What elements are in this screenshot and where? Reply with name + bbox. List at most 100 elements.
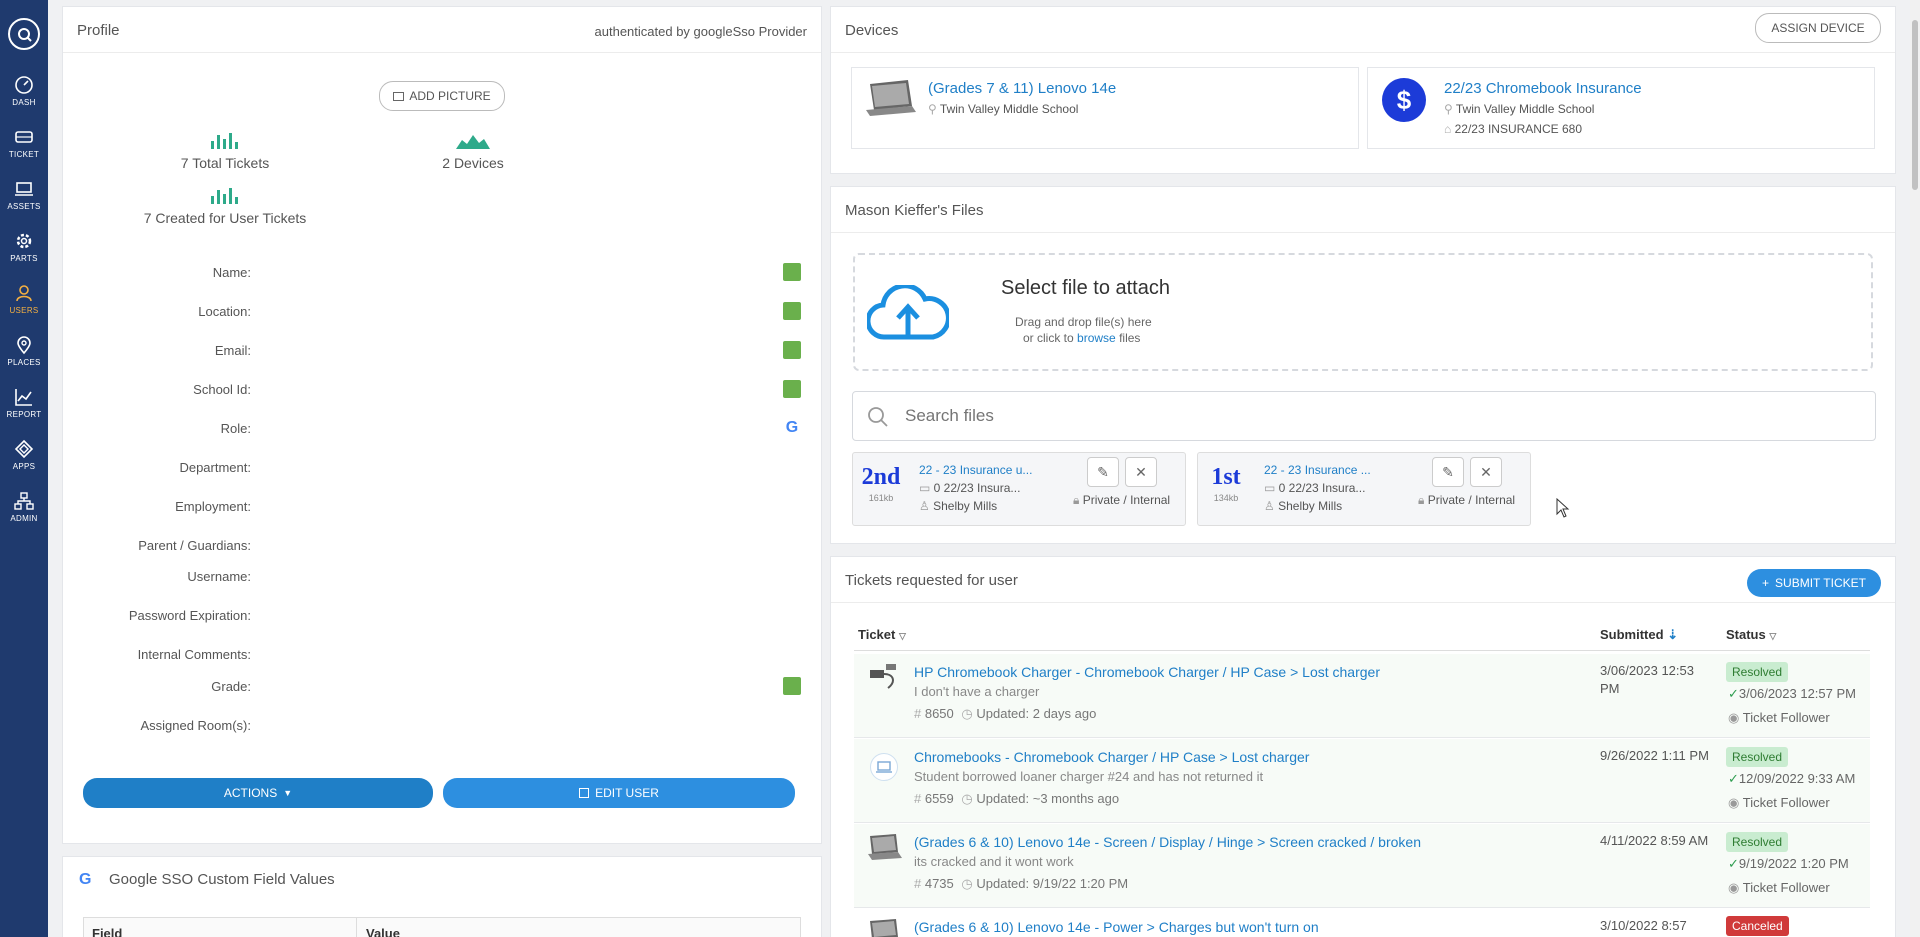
sidebar-item-apps[interactable]: APPS bbox=[0, 430, 48, 480]
submitted-date: 4/11/2022 8:59 AM bbox=[1600, 833, 1709, 848]
area-chart-icon bbox=[456, 135, 490, 149]
dollar-icon: $ bbox=[1382, 78, 1426, 122]
device-link[interactable]: 22/23 Chromebook Insurance bbox=[1444, 80, 1642, 97]
actions-button[interactable]: ACTIONS ▼ bbox=[83, 778, 433, 808]
google-icon: G bbox=[785, 419, 799, 436]
eye-icon: ◉ bbox=[1728, 795, 1743, 810]
sidebar-item-parts[interactable]: PARTS bbox=[0, 222, 48, 272]
file-thumbnail: 2nd 161kb bbox=[861, 464, 901, 503]
table-row[interactable]: Chromebooks - Chromebook Charger / HP Ca… bbox=[854, 739, 1870, 823]
ticket-follower: ◉ Ticket Follower bbox=[1728, 710, 1830, 725]
device-link[interactable]: (Grades 7 & 11) Lenovo 14e bbox=[928, 80, 1116, 97]
ticket-link[interactable]: (Grades 6 & 10) Lenovo 14e - Screen / Di… bbox=[914, 834, 1421, 850]
sidebar-item-label: ASSETS bbox=[7, 202, 41, 211]
file-link[interactable]: 22 - 23 Insurance u... bbox=[919, 463, 1032, 477]
file-folder: ▭ 0 22/23 Insura... bbox=[919, 481, 1021, 495]
user-icon: ♙ bbox=[919, 499, 934, 513]
edit-user-button[interactable]: EDIT USER bbox=[443, 778, 795, 808]
resolved-date: ✓9/19/2022 1:20 PM bbox=[1728, 856, 1849, 871]
edit-file-button[interactable]: ✎ bbox=[1432, 457, 1464, 487]
page-scrollbar[interactable] bbox=[1910, 0, 1920, 937]
field-label-grade: Grade: bbox=[211, 679, 251, 694]
sidebar-item-label: PARTS bbox=[10, 254, 38, 263]
submitted-date: 9/26/2022 1:11 PM bbox=[1600, 748, 1709, 763]
ticket-link[interactable]: HP Chromebook Charger - Chromebook Charg… bbox=[914, 664, 1380, 680]
sso-source-icon bbox=[783, 263, 801, 281]
folder-icon: ▭ bbox=[1264, 481, 1279, 495]
device-location: ⚲ Twin Valley Middle School bbox=[1444, 102, 1595, 116]
hash-icon: # bbox=[914, 791, 925, 806]
browse-hint: or click to browse files bbox=[1023, 331, 1141, 345]
check-icon: ✓ bbox=[1728, 686, 1739, 701]
field-label-name: Name: bbox=[212, 265, 251, 280]
bar-chart-icon bbox=[211, 133, 238, 149]
edit-icon: ✎ bbox=[1097, 463, 1109, 480]
field-label-school-id: School Id: bbox=[193, 382, 251, 397]
device-card[interactable]: $ 22/23 Chromebook Insurance ⚲ Twin Vall… bbox=[1367, 67, 1875, 149]
ticket-meta: # 6559 ◷ Updated: ~3 months ago bbox=[914, 791, 1120, 806]
table-row[interactable]: (Grades 6 & 10) Lenovo 14e - Screen / Di… bbox=[854, 824, 1870, 908]
file-card[interactable]: 2nd 161kb 22 - 23 Insurance u... ▭ 0 22/… bbox=[852, 452, 1186, 526]
file-card[interactable]: 1st 134kb 22 - 23 Insurance ... ▭ 0 22/2… bbox=[1197, 452, 1531, 526]
sidebar-item-dash[interactable]: DASH bbox=[0, 66, 48, 116]
lock-icon: 🔒︎ bbox=[1418, 493, 1428, 507]
app-logo-icon[interactable] bbox=[8, 18, 40, 50]
file-search[interactable] bbox=[852, 391, 1876, 441]
ticket-follower: ◉ Ticket Follower bbox=[1728, 880, 1830, 895]
field-label-employment: Employment: bbox=[175, 499, 251, 514]
table-row[interactable]: HP Chromebook Charger - Chromebook Charg… bbox=[854, 654, 1870, 738]
field-label-department: Department: bbox=[179, 460, 251, 475]
sidebar-item-users[interactable]: USERS bbox=[0, 274, 48, 324]
sidebar-item-admin[interactable]: ADMIN bbox=[0, 482, 48, 532]
filter-icon: ▽ bbox=[898, 631, 906, 641]
sso-source-icon bbox=[783, 302, 801, 320]
submit-ticket-button[interactable]: + SUBMIT TICKET bbox=[1747, 569, 1881, 597]
ticket-meta: # 8650 ◷ Updated: 2 days ago bbox=[914, 706, 1097, 721]
devices-title: Devices bbox=[845, 22, 899, 39]
drag-hint: Drag and drop file(s) here bbox=[1015, 315, 1152, 329]
search-files-input[interactable] bbox=[905, 402, 1805, 430]
sso-table-header: Field Value bbox=[83, 917, 801, 937]
table-row[interactable]: (Grades 6 & 10) Lenovo 14e - Power > Cha… bbox=[854, 909, 1870, 937]
delete-file-button[interactable]: ✕ bbox=[1125, 457, 1157, 487]
submitted-column-header[interactable]: Submitted ⇣ bbox=[1600, 627, 1678, 643]
map-pin-icon: ⚲ bbox=[1444, 102, 1456, 116]
scrollbar-thumb[interactable] bbox=[1912, 20, 1918, 190]
eye-icon: ◉ bbox=[1728, 880, 1743, 895]
sso-source-icon bbox=[783, 380, 801, 398]
sidebar-item-places[interactable]: PLACES bbox=[0, 326, 48, 376]
status-badge: Resolved bbox=[1726, 832, 1789, 852]
device-card[interactable]: (Grades 7 & 11) Lenovo 14e ⚲ Twin Valley… bbox=[851, 67, 1359, 149]
sidebar-item-label: DASH bbox=[12, 98, 36, 107]
sidebar-item-label: REPORT bbox=[6, 410, 42, 419]
assign-device-button[interactable]: ASSIGN DEVICE bbox=[1755, 13, 1881, 43]
sidebar-item-label: APPS bbox=[12, 462, 36, 471]
clock-icon: ◷ bbox=[961, 706, 977, 721]
created-tickets-stat: 7 Created for User Tickets bbox=[113, 188, 337, 226]
sidebar-item-ticket[interactable]: TICKET bbox=[0, 118, 48, 168]
caret-down-icon: ▼ bbox=[283, 788, 293, 798]
ticket-link[interactable]: (Grades 6 & 10) Lenovo 14e - Power > Cha… bbox=[914, 919, 1319, 935]
ticket-link[interactable]: Chromebooks - Chromebook Charger / HP Ca… bbox=[914, 749, 1309, 765]
edit-file-button[interactable]: ✎ bbox=[1087, 457, 1119, 487]
bar-chart-icon bbox=[211, 188, 238, 204]
status-column-header[interactable]: Status ▽ bbox=[1726, 627, 1776, 642]
devices-stat: 2 Devices bbox=[393, 133, 553, 171]
sidebar-item-report[interactable]: REPORT bbox=[0, 378, 48, 428]
google-icon: G bbox=[79, 871, 92, 888]
sidebar-item-label: USERS bbox=[9, 306, 39, 315]
file-dropzone[interactable]: Select file to attach Drag and drop file… bbox=[853, 253, 1873, 371]
files-title: Mason Kieffer's Files bbox=[845, 202, 984, 219]
search-icon bbox=[868, 407, 888, 427]
file-link[interactable]: 22 - 23 Insurance ... bbox=[1264, 463, 1371, 477]
browse-link[interactable]: browse bbox=[1077, 331, 1116, 345]
field-label-assigned-rooms: Assigned Room(s): bbox=[140, 718, 251, 733]
delete-file-button[interactable]: ✕ bbox=[1470, 457, 1502, 487]
close-icon: ✕ bbox=[1135, 463, 1147, 480]
files-panel: Mason Kieffer's Files Select file to att… bbox=[830, 186, 1896, 544]
add-picture-button[interactable]: ADD PICTURE bbox=[379, 81, 505, 111]
user-icon bbox=[16, 285, 32, 302]
ticket-column-header[interactable]: Ticket ▽ bbox=[858, 627, 906, 642]
resolved-date: ✓12/09/2022 9:33 AM bbox=[1728, 771, 1856, 786]
sidebar-item-assets[interactable]: ASSETS bbox=[0, 170, 48, 220]
